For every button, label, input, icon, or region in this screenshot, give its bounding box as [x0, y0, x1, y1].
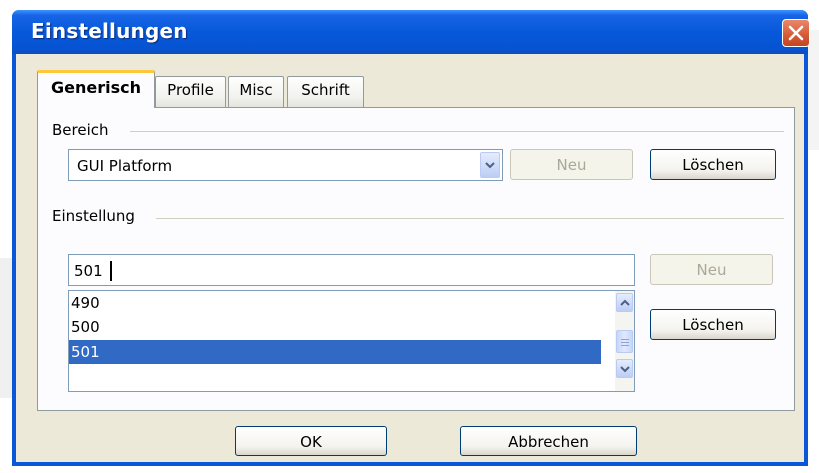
close-icon — [788, 25, 804, 41]
close-button[interactable] — [782, 19, 810, 47]
tab-generisch[interactable]: Generisch — [37, 70, 155, 108]
chevron-down-icon — [485, 162, 495, 169]
cancel-label: Abbrechen — [508, 433, 589, 451]
dialog-client-area: Generisch Profile Misc Schrift Bereich G… — [16, 54, 804, 462]
tab-schrift[interactable]: Schrift — [287, 76, 364, 107]
tab-label: Schrift — [301, 81, 350, 99]
einstellung-delete-button[interactable]: Löschen — [650, 309, 776, 340]
einstellung-input-value: 501 — [74, 262, 103, 280]
einstellung-new-button[interactable]: Neu — [650, 254, 773, 285]
bereich-new-label: Neu — [556, 156, 587, 174]
list-item-selected[interactable]: 501 — [69, 340, 601, 364]
bereich-divider — [130, 131, 784, 132]
scroll-thumb[interactable] — [616, 330, 633, 353]
tab-label: Misc — [239, 81, 273, 99]
chevron-down-icon — [620, 366, 630, 373]
tab-label: Generisch — [51, 78, 141, 97]
ok-label: OK — [300, 433, 322, 451]
list-item[interactable]: 500 — [69, 315, 601, 339]
text-caret — [110, 261, 112, 281]
bereich-select[interactable]: GUI Platform — [68, 149, 503, 181]
einstellung-delete-label: Löschen — [682, 316, 744, 334]
bereich-group-label: Bereich — [52, 121, 109, 139]
ok-button[interactable]: OK — [235, 426, 387, 456]
scroll-up-button[interactable] — [616, 293, 633, 312]
title-bar[interactable]: Einstellungen — [12, 10, 810, 54]
tab-misc[interactable]: Misc — [228, 76, 284, 107]
list-item-label: 500 — [71, 318, 100, 336]
background-band-right — [808, 30, 819, 150]
bereich-delete-button[interactable]: Löschen — [650, 149, 776, 180]
settings-dialog: Einstellungen Generisch Profile Misc Sch… — [12, 10, 810, 466]
scroll-down-button[interactable] — [616, 359, 633, 378]
tab-profile[interactable]: Profile — [155, 76, 226, 107]
bereich-delete-label: Löschen — [682, 156, 744, 174]
list-item-label: 490 — [71, 294, 100, 312]
einstellung-listbox[interactable]: 490 500 501 — [68, 290, 635, 392]
einstellung-input[interactable]: 501 — [68, 254, 635, 286]
chevron-up-icon — [620, 299, 630, 306]
cancel-button[interactable]: Abbrechen — [460, 426, 637, 456]
einstellung-new-label: Neu — [696, 261, 727, 279]
dialog-title: Einstellungen — [31, 19, 188, 43]
bereich-new-button[interactable]: Neu — [510, 149, 633, 180]
tab-panel-generisch: Bereich GUI Platform Neu Löschen Einstel… — [37, 107, 795, 411]
einstellung-group-label: Einstellung — [52, 207, 135, 225]
list-item-label: 501 — [71, 343, 100, 361]
bereich-selected-value: GUI Platform — [77, 157, 173, 175]
tab-label: Profile — [167, 81, 214, 99]
einstellung-divider — [156, 218, 784, 219]
list-scrollbar[interactable] — [615, 291, 634, 391]
list-item[interactable]: 490 — [69, 291, 601, 315]
bereich-dropdown-button[interactable] — [480, 152, 500, 178]
